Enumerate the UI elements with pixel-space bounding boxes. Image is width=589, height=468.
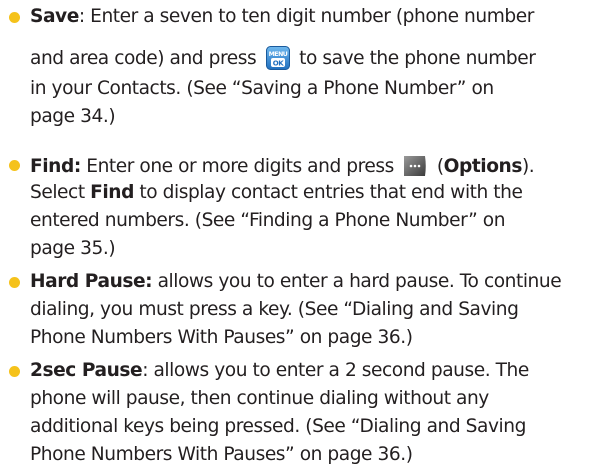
item-term: Save — [30, 6, 79, 27]
item-line: Phone Numbers With Pauses” on page 36.) — [30, 444, 413, 466]
item-text: dialing, you must press a key. (See “Dia… — [30, 299, 519, 320]
item-term: Find: — [30, 156, 81, 177]
item-line: entered numbers. (See “Finding a Phone N… — [30, 210, 505, 232]
item-line: and area code) and press MENU OK to save… — [30, 46, 536, 70]
item-line: page 35.) — [30, 238, 116, 260]
options-term: Options — [443, 156, 523, 177]
ok-key-label: OK — [272, 59, 284, 67]
item-text: ). — [521, 156, 535, 177]
item-line: Select Find to display contact entries t… — [30, 182, 523, 204]
item-text: to save the phone number — [299, 48, 536, 69]
item-line: dialing, you must press a key. (See “Dia… — [30, 299, 519, 321]
item-term: Hard Pause: — [30, 271, 153, 292]
item-text: allows you to enter a hard pause. To con… — [152, 271, 562, 292]
item-text: page 35.) — [30, 238, 116, 259]
item-line: additional keys being pressed. (See “Dia… — [30, 416, 526, 438]
menu-key-label: MENU — [268, 51, 287, 58]
item-text: Phone Numbers With Pauses” on page 36.) — [30, 327, 413, 348]
item-text: : allows you to enter a 2 second pause. … — [142, 360, 529, 381]
item-term: 2sec Pause — [30, 360, 143, 381]
item-line: page 34.) — [30, 106, 116, 128]
item-text: additional keys being pressed. (See “Dia… — [30, 416, 526, 437]
item-text: entered numbers. (See “Finding a Phone N… — [30, 210, 506, 231]
bullet-icon — [9, 366, 20, 377]
item-line: in your Contacts. (See “Saving a Phone N… — [30, 78, 494, 100]
item-text: Phone Numbers With Pauses” on page 36.) — [30, 444, 413, 465]
item-line: Find: Enter one or more digits and press — [30, 154, 535, 178]
item-text: phone will pause, then continue dialing … — [30, 388, 489, 409]
item-line: 2sec Pause: allows you to enter a 2 seco… — [30, 360, 529, 382]
bullet-icon — [9, 277, 20, 288]
item-line: phone will pause, then continue dialing … — [30, 388, 489, 410]
item-text: ( — [436, 156, 444, 177]
bullet-icon — [9, 160, 20, 171]
find-term: Find — [90, 182, 134, 203]
item-line: Save: Enter a seven to ten digit number … — [30, 6, 534, 28]
item-line: Hard Pause: allows you to enter a hard p… — [30, 271, 562, 293]
item-text: Select — [30, 182, 91, 203]
item-text: to display contact entries that end with… — [133, 182, 523, 203]
item-text: page 34.) — [30, 106, 116, 127]
item-text: in your Contacts. (See “Saving a Phone N… — [30, 78, 494, 99]
item-text: : Enter a seven to ten digit number (pho… — [78, 6, 535, 27]
manual-page: Save: Enter a seven to ten digit number … — [0, 0, 589, 468]
bullet-icon — [9, 12, 20, 23]
item-text: and area code) and press — [30, 48, 257, 69]
item-line: Phone Numbers With Pauses” on page 36.) — [30, 327, 413, 349]
right-softkey-icon — [403, 154, 427, 178]
item-text: Enter one or more digits and press — [80, 156, 394, 177]
menu-ok-key-icon: MENU OK — [265, 46, 290, 70]
